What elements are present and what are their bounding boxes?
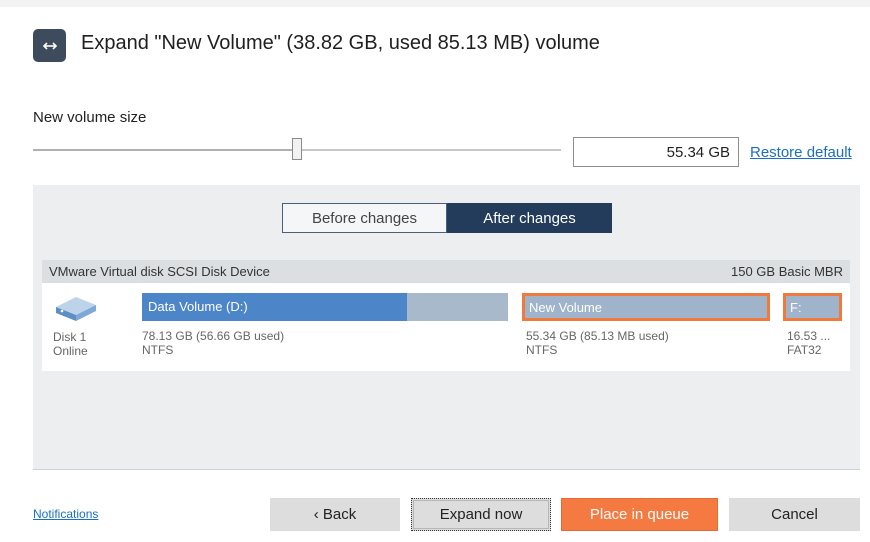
disk-row: Disk 1 Online Data Volume (D:) 78.13 GB …	[42, 283, 850, 371]
expand-horizontal-icon	[33, 29, 66, 62]
partition-fs: NTFS	[526, 343, 558, 357]
partition-info-data-volume: 78.13 GB (56.66 GB used) NTFS	[142, 329, 284, 357]
disk-status: Online	[53, 344, 88, 358]
partition-new-volume[interactable]: New Volume	[522, 293, 770, 321]
volume-size-input[interactable]	[573, 137, 739, 167]
tab-after-changes[interactable]: After changes	[447, 203, 612, 233]
slider-thumb[interactable]	[292, 138, 302, 160]
new-volume-size-label: New volume size	[33, 109, 147, 126]
restore-default-link[interactable]: Restore default	[750, 144, 852, 161]
dialog-title: Expand "New Volume" (38.82 GB, used 85.1…	[81, 32, 600, 54]
disk-header: VMware Virtual disk SCSI Disk Device 150…	[42, 260, 850, 283]
partition-fs: FAT32	[787, 343, 822, 357]
partition-data-volume[interactable]: Data Volume (D:)	[142, 293, 508, 321]
tab-before-changes[interactable]: Before changes	[282, 203, 447, 233]
disk-drive-icon	[54, 293, 98, 328]
top-edge	[0, 0, 870, 7]
place-in-queue-button[interactable]: Place in queue	[561, 498, 718, 531]
disk-number: Disk 1	[53, 330, 87, 344]
partition-label: F:	[790, 300, 802, 315]
back-button[interactable]: ‹ Back	[270, 498, 400, 531]
expand-now-button[interactable]: Expand now	[411, 498, 551, 531]
disk-device-name: VMware Virtual disk SCSI Disk Device	[49, 264, 270, 279]
notifications-link[interactable]: Notifications	[33, 507, 98, 521]
partition-f[interactable]: F:	[783, 293, 842, 321]
partition-size: 55.34 GB (85.13 MB used)	[526, 329, 669, 343]
disk-label[interactable]: Disk 1 Online	[53, 330, 88, 358]
slider-fill	[33, 149, 297, 151]
partition-size: 78.13 GB (56.66 GB used)	[142, 329, 285, 343]
partition-fs: NTFS	[142, 343, 174, 357]
partition-info-f: 16.53 ... FAT32	[787, 329, 830, 357]
partition-size: 16.53 ...	[787, 329, 831, 343]
disk-map-panel: Before changes After changes VMware Virt…	[33, 185, 860, 470]
partition-label: New Volume	[529, 300, 602, 315]
cancel-button[interactable]: Cancel	[729, 498, 860, 531]
partition-label: Data Volume (D:)	[148, 299, 248, 314]
view-tabs: Before changes After changes	[282, 203, 612, 233]
disk-device-info: 150 GB Basic MBR	[731, 264, 843, 279]
partition-info-new-volume: 55.34 GB (85.13 MB used) NTFS	[526, 329, 669, 357]
